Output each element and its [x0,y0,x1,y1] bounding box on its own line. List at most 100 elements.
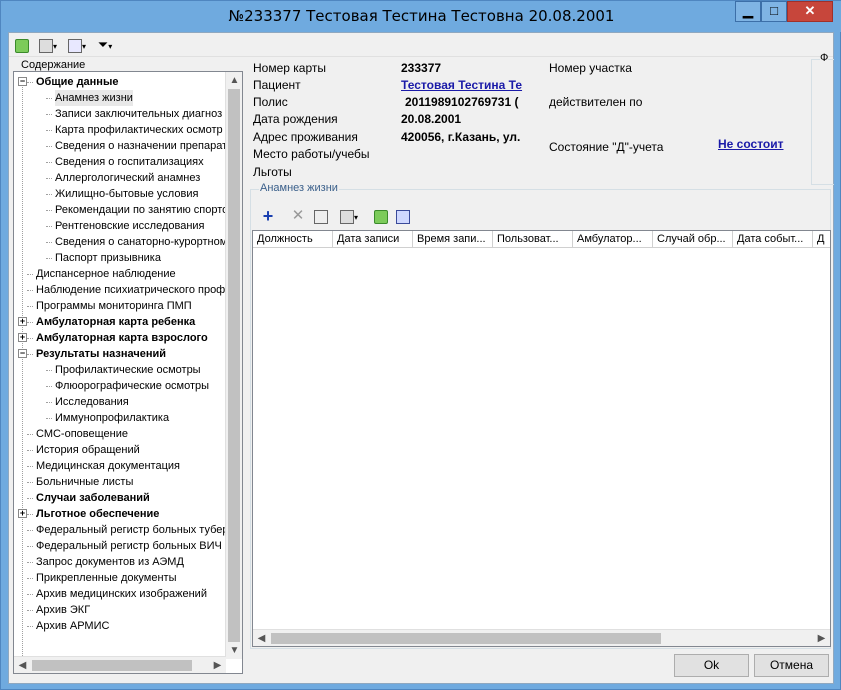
tree-connector [27,338,33,339]
column-header[interactable]: Дата записи [333,231,413,248]
add-button[interactable]: + [260,207,276,225]
tree-item[interactable]: Иммунопрофилактика [55,410,169,426]
tree-item[interactable]: Льготное обеспечение [36,506,159,522]
column-header[interactable]: Должность [253,231,333,248]
tree-item[interactable]: Архив ЭКГ [36,602,90,618]
cancel-button[interactable]: Отмена [754,654,829,677]
d-state-link[interactable]: Не состоит [718,137,784,152]
print-dropdown-button[interactable]: ▾ [35,36,61,54]
tree-item[interactable]: Записи заключительных диагноз [55,106,222,122]
scroll-thumb[interactable] [271,633,661,644]
tree-item[interactable]: Архив медицинских изображений [36,586,207,602]
tree-item[interactable]: Федеральный регистр больных тубер [36,522,229,538]
filter-dropdown-button[interactable]: ⏷▾ [93,36,117,54]
tree-item[interactable]: История обращений [36,442,140,458]
scroll-thumb[interactable] [32,660,192,671]
scroll-left-icon[interactable]: ◀ [253,630,270,646]
tree-item[interactable]: Прикрепленные документы [36,570,177,586]
column-header[interactable]: Пользоват... [493,231,573,248]
tree-connector [27,482,33,483]
tree-item[interactable]: Сведения о санаторно-курортном л [55,234,237,250]
delete-button[interactable]: ✕ [290,207,306,225]
title-bar[interactable]: №233377 Тестовая Тестина Тестовна 20.08.… [1,1,841,32]
scroll-up-icon[interactable]: ▲ [226,72,242,89]
close-button[interactable]: ✕ [787,1,833,22]
tree-item[interactable]: СМС-оповещение [36,426,128,442]
tree-connector [46,418,52,419]
scroll-right-icon[interactable]: ▶ [813,630,830,646]
tree-item[interactable]: Рекомендации по занятию спорто [55,202,228,218]
maximize-button[interactable]: □ [761,1,787,22]
anamnesis-toolbar: + ✕ ▾ [254,207,831,229]
scroll-down-icon[interactable]: ▼ [226,642,242,659]
scroll-left-icon[interactable]: ◀ [14,657,31,673]
d-state-label: Состояние "Д"-учета [549,140,664,154]
tree-connector [46,242,52,243]
dropdown-arrow-icon: ▾ [108,42,113,51]
patient-name-link[interactable]: Тестовая Тестина Те [401,78,545,93]
tree-item[interactable]: Рентгеновские исследования [55,218,205,234]
refresh-button[interactable] [13,36,31,54]
tree-item[interactable]: Запрос документов из АЭМД [36,554,184,570]
patient-label: Пациент [253,78,301,92]
tree-item[interactable]: Архив АРМИС [36,618,109,634]
column-header[interactable]: Время запи... [413,231,493,248]
tree-item[interactable]: Карта профилактических осмотр [55,122,223,138]
tree-connector [46,98,52,99]
refresh-button[interactable] [372,207,390,225]
column-header[interactable]: Дата событ... [733,231,813,248]
collapse-icon[interactable]: − [18,77,27,86]
tree-item[interactable]: Случаи заболеваний [36,490,150,506]
grid-horizontal-scrollbar[interactable]: ◀ ▶ [253,629,830,646]
tree-item[interactable]: Флюорографические осмотры [55,378,209,394]
tree-item[interactable]: Больничные листы [36,474,133,490]
expand-icon[interactable]: + [18,509,27,518]
tree-item[interactable]: Результаты назначений [36,346,166,362]
grid-header: Должность Дата записи Время запи... Пользов… [253,231,830,248]
ok-button[interactable]: Ok [674,654,749,677]
tree-item[interactable]: Наблюдение психиатрического проф [36,282,225,298]
tree-item[interactable]: Амбулаторная карта взрослого [36,330,208,346]
contents-label: Содержание [20,59,87,71]
tree-connector [46,370,52,371]
tree-item[interactable]: Сведения о госпитализациях [55,154,204,170]
f-group-box: Ф [811,52,834,185]
collapse-icon[interactable]: − [18,349,27,358]
client-area: ▾ ▾ ⏷▾ Общие данные − Анамнез жизни Записи … [8,32,834,684]
card-number-label: Номер карты [253,61,326,75]
print-dropdown-button[interactable]: ▾ [336,207,362,225]
tree-item[interactable]: Программы мониторинга ПМП [36,298,192,314]
scroll-thumb[interactable] [228,89,240,642]
tree-connector [27,354,33,355]
tree-item[interactable]: Жилищно-бытовые условия [55,186,198,202]
anamnesis-grid[interactable]: Должность Дата записи Время запи... Пользов… [252,230,831,647]
tree-item[interactable]: Медицинская документация [36,458,180,474]
tree-item[interactable]: Диспансерное наблюдение [36,266,176,282]
tree-item[interactable]: Исследования [55,394,129,410]
tree-item[interactable]: Федеральный регистр больных ВИЧ [36,538,222,554]
tree-item[interactable]: Анамнез жизни [55,90,133,106]
tree-item[interactable]: Паспорт призывника [55,250,161,266]
tree-item[interactable]: Сведения о назначении препарат [55,138,227,154]
main-toolbar: ▾ ▾ ⏷▾ [9,33,833,57]
contents-tree[interactable]: Общие данные − Анамнез жизни Записи заключи… [13,71,243,674]
export-icon [67,38,82,53]
tree-vertical-scrollbar[interactable]: ▲ ▼ [225,72,242,659]
expand-icon[interactable]: + [18,333,27,342]
tree-item[interactable]: Общие данные [36,74,118,90]
tree-item[interactable]: Профилактические осмотры [55,362,201,378]
report-button[interactable] [394,207,412,225]
column-header[interactable]: Случай обр... [653,231,733,248]
maximize-icon: □ [770,3,778,18]
export-dropdown-button[interactable]: ▾ [63,36,91,54]
scroll-right-icon[interactable]: ▶ [209,657,226,673]
tree-item[interactable]: Аллергологический анамнез [55,170,200,186]
column-header[interactable]: Амбулатор... [573,231,653,248]
minimize-button[interactable]: ▁ [735,1,761,22]
tree-horizontal-scrollbar[interactable]: ◀ ▶ [14,656,226,673]
expand-icon[interactable]: + [18,317,27,326]
tree-item[interactable]: Амбулаторная карта ребенка [36,314,195,330]
dob-value: 20.08.2001 [401,112,462,126]
column-header[interactable]: Д [813,231,830,248]
edit-button[interactable] [312,207,330,225]
